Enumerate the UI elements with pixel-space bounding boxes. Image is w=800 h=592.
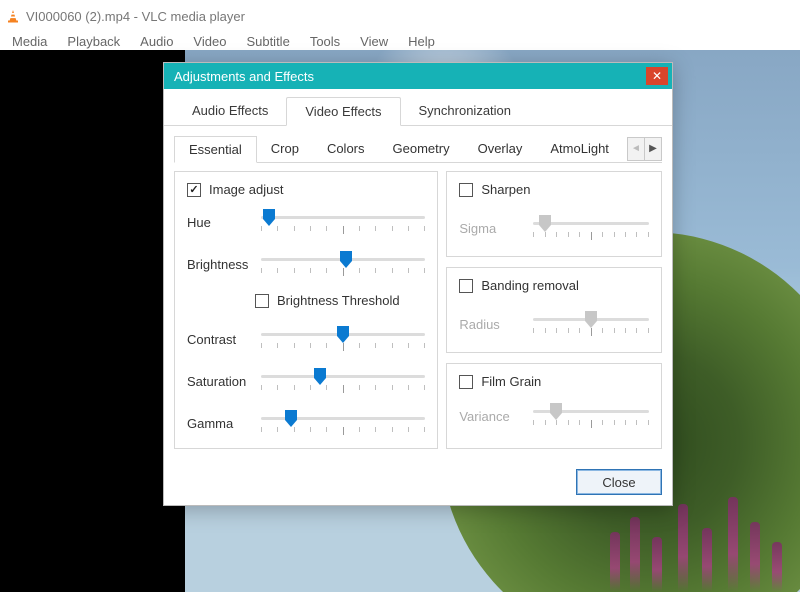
menu-help[interactable]: Help bbox=[400, 32, 443, 51]
gamma-slider[interactable] bbox=[261, 410, 425, 436]
subtab-crop[interactable]: Crop bbox=[257, 136, 313, 162]
brightness-threshold-row[interactable]: Brightness Threshold bbox=[255, 293, 425, 308]
dialog-close-icon[interactable]: ✕ bbox=[646, 67, 668, 85]
hue-slider[interactable] bbox=[261, 209, 425, 235]
contrast-label: Contrast bbox=[187, 332, 255, 347]
menu-subtitle[interactable]: Subtitle bbox=[238, 32, 297, 51]
tab-synchronization[interactable]: Synchronization bbox=[401, 97, 530, 125]
saturation-slider[interactable] bbox=[261, 368, 425, 394]
window-titlebar: VI000060 (2).mp4 - VLC media player bbox=[0, 0, 800, 28]
brightness-threshold-checkbox[interactable] bbox=[255, 294, 269, 308]
radius-row: Radius bbox=[459, 311, 649, 337]
menu-playback[interactable]: Playback bbox=[59, 32, 128, 51]
dialog-title-text: Adjustments and Effects bbox=[174, 69, 314, 84]
menu-media[interactable]: Media bbox=[4, 32, 55, 51]
image-adjust-panel: Image adjust Hue Brightness bbox=[174, 171, 438, 449]
brightness-threshold-label: Brightness Threshold bbox=[277, 293, 400, 308]
adjustments-and-effects-dialog: Adjustments and Effects ✕ Audio Effects … bbox=[163, 62, 673, 506]
sigma-label: Sigma bbox=[459, 221, 527, 236]
sharpen-label: Sharpen bbox=[481, 182, 530, 197]
film-grain-row[interactable]: Film Grain bbox=[459, 374, 649, 389]
tab-video-effects[interactable]: Video Effects bbox=[286, 97, 400, 126]
radius-slider[interactable] bbox=[533, 311, 649, 337]
film-grain-label: Film Grain bbox=[481, 374, 541, 389]
banding-checkbox[interactable] bbox=[459, 279, 473, 293]
menu-tools[interactable]: Tools bbox=[302, 32, 348, 51]
image-adjust-checkbox[interactable] bbox=[187, 183, 201, 197]
banding-removal-panel: Banding removal Radius bbox=[446, 267, 662, 353]
subtab-scroll-right-icon[interactable]: ▶ bbox=[645, 137, 662, 161]
subtab-colors[interactable]: Colors bbox=[313, 136, 379, 162]
hue-label: Hue bbox=[187, 215, 255, 230]
brightness-slider[interactable] bbox=[261, 251, 425, 277]
radius-label: Radius bbox=[459, 317, 527, 332]
contrast-slider[interactable] bbox=[261, 326, 425, 352]
sigma-row: Sigma bbox=[459, 215, 649, 241]
subtab-geometry[interactable]: Geometry bbox=[379, 136, 464, 162]
sharpen-checkbox[interactable] bbox=[459, 183, 473, 197]
gamma-label: Gamma bbox=[187, 416, 255, 431]
menu-video[interactable]: Video bbox=[185, 32, 234, 51]
banding-label: Banding removal bbox=[481, 278, 579, 293]
subtab-overlay[interactable]: Overlay bbox=[464, 136, 537, 162]
variance-slider[interactable] bbox=[533, 403, 649, 429]
banding-row[interactable]: Banding removal bbox=[459, 278, 649, 293]
dialog-top-tabs: Audio Effects Video Effects Synchronizat… bbox=[164, 89, 672, 126]
right-column: Sharpen Sigma Banding removal bbox=[446, 171, 662, 449]
image-adjust-checkbox-row[interactable]: Image adjust bbox=[187, 182, 425, 197]
vlc-cone-icon bbox=[6, 9, 20, 23]
contrast-row: Contrast bbox=[187, 326, 425, 352]
menu-view[interactable]: View bbox=[352, 32, 396, 51]
film-grain-checkbox[interactable] bbox=[459, 375, 473, 389]
brightness-label: Brightness bbox=[187, 257, 255, 272]
dialog-titlebar[interactable]: Adjustments and Effects ✕ bbox=[164, 63, 672, 89]
window-title: VI000060 (2).mp4 - VLC media player bbox=[26, 9, 245, 24]
sharpen-panel: Sharpen Sigma bbox=[446, 171, 662, 257]
saturation-row: Saturation bbox=[187, 368, 425, 394]
image-adjust-label: Image adjust bbox=[209, 182, 283, 197]
hue-row: Hue bbox=[187, 209, 425, 235]
variance-label: Variance bbox=[459, 409, 527, 424]
video-effects-subtabs: Essential Crop Colors Geometry Overlay A… bbox=[174, 136, 662, 163]
sigma-slider[interactable] bbox=[533, 215, 649, 241]
subtab-scroll-left-icon[interactable]: ◄ bbox=[627, 137, 645, 161]
subtab-scroll-buttons: ◄ ▶ bbox=[627, 136, 662, 163]
close-button[interactable]: Close bbox=[576, 469, 662, 495]
variance-row: Variance bbox=[459, 403, 649, 429]
essential-content: Image adjust Hue Brightness bbox=[164, 163, 672, 461]
dialog-footer: Close bbox=[164, 461, 672, 505]
tab-audio-effects[interactable]: Audio Effects bbox=[174, 97, 286, 125]
brightness-row: Brightness bbox=[187, 251, 425, 277]
film-grain-panel: Film Grain Variance bbox=[446, 363, 662, 449]
subtab-essential[interactable]: Essential bbox=[174, 136, 257, 163]
menu-audio[interactable]: Audio bbox=[132, 32, 181, 51]
sharpen-row[interactable]: Sharpen bbox=[459, 182, 649, 197]
subtab-atmolight[interactable]: AtmoLight bbox=[536, 136, 623, 162]
saturation-label: Saturation bbox=[187, 374, 255, 389]
gamma-row: Gamma bbox=[187, 410, 425, 436]
